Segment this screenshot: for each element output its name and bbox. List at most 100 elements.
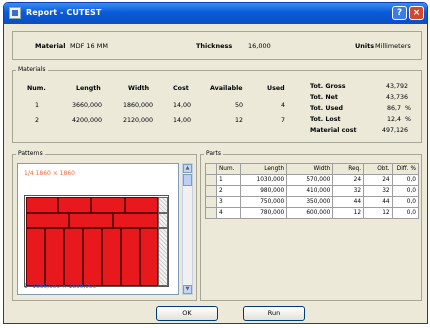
run-button[interactable]: Run	[243, 306, 305, 321]
part-piece	[102, 228, 121, 286]
cell: 7	[281, 117, 286, 124]
row-selector[interactable]	[205, 196, 217, 208]
pattern-name: 1/4 1860 × 1860	[24, 170, 75, 177]
col-width: Width	[128, 85, 150, 92]
thickness-value: 16,000	[248, 42, 271, 50]
report-window: Report - CUTEST ? × Material MDF 16 MM T…	[3, 2, 428, 324]
tot-lost-label: Tot. Lost	[310, 116, 341, 123]
cell: 14,00	[173, 117, 192, 124]
col-req[interactable]: Req.	[332, 163, 365, 175]
col-available: Available	[210, 85, 243, 92]
part-piece	[125, 197, 158, 213]
cell: 44	[332, 196, 365, 208]
col-num: Num.	[27, 85, 46, 92]
material-cost-value: 497,126	[381, 127, 408, 134]
row-selector[interactable]	[205, 185, 217, 197]
patterns-title: Patterns	[16, 150, 45, 157]
col-obt[interactable]: Obt.	[363, 163, 393, 175]
tot-gross-label: Tot. Gross	[310, 83, 346, 90]
cell: 750,000	[240, 196, 288, 208]
part-piece	[26, 213, 69, 228]
part-piece	[45, 228, 64, 286]
cell: 980,000	[240, 185, 288, 197]
part-piece	[64, 228, 83, 286]
cell: 3660,000	[72, 102, 103, 109]
help-button[interactable]: ?	[392, 6, 407, 20]
cell: 2120,000	[123, 117, 154, 124]
cell: 12	[235, 117, 244, 124]
scroll-thumb[interactable]	[183, 174, 192, 186]
parts-table: Num. Length Width Req. Obt. Diff. % 1 10…	[205, 163, 420, 219]
materials-title: Materials	[16, 66, 48, 73]
table-row[interactable]: 4 780,000 600,000 12 12 0,0	[205, 207, 420, 219]
cell: 14,00	[173, 102, 192, 109]
part-piece	[58, 197, 91, 213]
table-row[interactable]: 3 750,000 350,000 44 44 0,0	[205, 196, 420, 208]
cell: 780,000	[240, 207, 288, 219]
col-cost: Cost	[173, 85, 189, 92]
cell: 570,000	[286, 174, 334, 186]
tot-used-label: Tot. Used	[310, 105, 344, 112]
pattern-view[interactable]: 1/4 1860 × 1860 1° 1860,000 × 1860,000	[17, 163, 179, 295]
cell: 410,000	[286, 185, 334, 197]
cell: 1	[35, 102, 40, 109]
cell: 3	[215, 196, 242, 208]
header-panel: Material MDF 16 MM Thickness 16,000 Unit…	[12, 31, 422, 60]
waste-area	[158, 213, 168, 228]
part-piece	[121, 228, 140, 286]
cell: 1	[215, 174, 242, 186]
cutting-sheet	[24, 195, 169, 287]
cell: 44	[363, 196, 393, 208]
cell: 50	[235, 102, 244, 109]
scroll-down-icon[interactable]: ▼	[183, 285, 192, 294]
col-width[interactable]: Width	[286, 163, 334, 175]
cell: 24	[363, 174, 393, 186]
table-row[interactable]: 1 1030,000 570,000 24 24 0,0	[205, 174, 420, 186]
window-title: Report - CUTEST	[26, 8, 102, 17]
cell: 2	[215, 185, 242, 197]
close-button[interactable]: ×	[409, 6, 424, 20]
part-piece	[140, 228, 158, 286]
cell: 600,000	[286, 207, 334, 219]
tot-lost-unit: %	[405, 116, 411, 123]
tot-gross-value: 43,792	[385, 83, 408, 90]
waste-area	[158, 228, 168, 286]
cell: 0,0	[391, 207, 420, 219]
cell: 32	[332, 185, 365, 197]
scroll-up-icon[interactable]: ▲	[183, 164, 192, 173]
ok-button[interactable]: OK	[156, 306, 218, 321]
row-selector[interactable]	[205, 207, 217, 219]
cell: 24	[332, 174, 365, 186]
part-piece	[91, 197, 125, 213]
row-selector[interactable]	[205, 174, 217, 186]
col-used: Used	[267, 85, 285, 92]
cell: 4	[215, 207, 242, 219]
cell: 350,000	[286, 196, 334, 208]
material-cost-label: Material cost	[310, 127, 357, 134]
cell: 0,0	[391, 185, 420, 197]
materials-group: Materials Num. Length Width Cost Availab…	[12, 66, 422, 143]
pattern-caption: 1° 1860,000 × 1860,000	[24, 284, 97, 290]
cell: 1860,000	[123, 102, 154, 109]
part-piece	[26, 228, 45, 286]
cell: 12	[332, 207, 365, 219]
col-diff[interactable]: Diff. %	[391, 163, 420, 175]
cell: 0,0	[391, 174, 420, 186]
cell: 0,0	[391, 196, 420, 208]
table-header-row: Num. Length Width Req. Obt. Diff. %	[205, 163, 420, 175]
col-num[interactable]: Num.	[215, 163, 242, 175]
units-label: Units	[355, 42, 375, 50]
cell: 4200,000	[72, 117, 103, 124]
parts-title: Parts	[204, 150, 223, 157]
cell: 1030,000	[240, 174, 288, 186]
title-bar[interactable]: Report - CUTEST ? ×	[4, 3, 427, 24]
patterns-group: Patterns 1/4 1860 × 1860 1° 1860,000 × 1…	[12, 150, 197, 301]
tot-lost-value: 12,4	[386, 116, 401, 123]
material-value: MDF 16 MM	[70, 42, 108, 50]
table-row[interactable]: 2 980,000 410,000 32 32 0,0	[205, 185, 420, 197]
pattern-scrollbar[interactable]: ▲ ▼	[182, 163, 193, 295]
material-label: Material	[35, 42, 66, 50]
parts-group: Parts Num. Length Width Req. Obt. Diff. …	[200, 150, 422, 301]
col-length[interactable]: Length	[240, 163, 288, 175]
cell: 4	[281, 102, 286, 109]
